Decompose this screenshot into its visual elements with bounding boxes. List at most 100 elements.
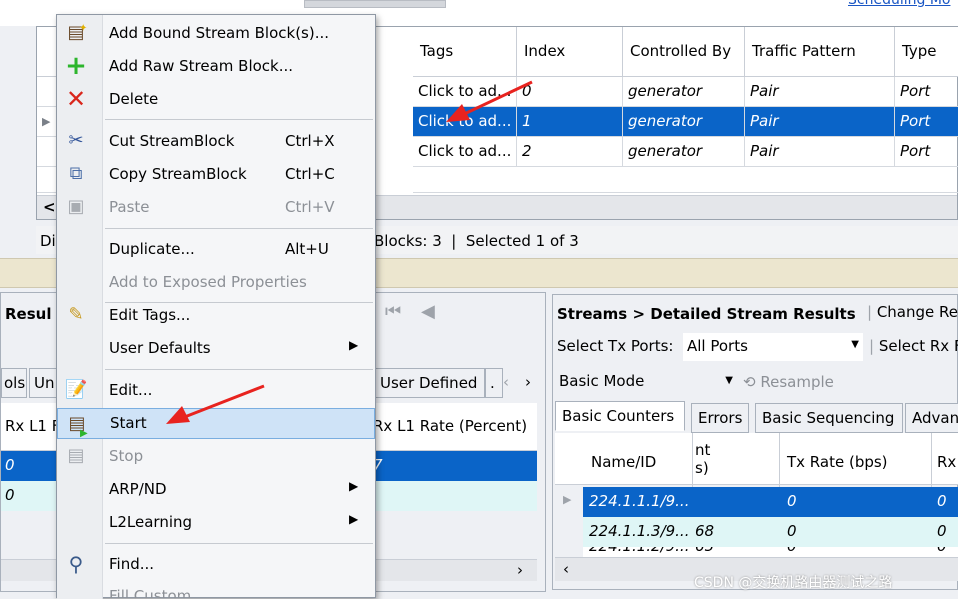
context-menu: ▤ ✦ Add Bound Stream Block(s)... + Add Ra… — [56, 14, 376, 599]
tab-user-defined[interactable]: User Defined — [373, 368, 485, 398]
status-prefix: Di — [40, 232, 56, 250]
menu-item-user-defaults[interactable]: User Defaults ▶ — [57, 333, 375, 364]
tab-scroll-left-icon[interactable]: ‹ — [503, 373, 509, 391]
cell-traffic-pattern[interactable]: Pair — [745, 137, 895, 167]
col-header-index[interactable]: Index — [517, 27, 623, 77]
cell-type[interactable]: Port — [895, 137, 958, 167]
cell-value: 0 — [5, 456, 15, 474]
cell-traffic-pattern[interactable]: Pair — [745, 107, 895, 137]
menu-item-label: Find... — [109, 555, 155, 573]
menu-item-label: L2Learning — [109, 513, 193, 531]
menu-item-add-exposed[interactable]: Add to Exposed Properties — [57, 267, 375, 298]
menu-item-cut[interactable]: ✂ Cut StreamBlock Ctrl+X — [57, 126, 375, 157]
row-selector[interactable]: ▶ — [37, 107, 57, 137]
menu-item-label: ARP/ND — [109, 480, 167, 498]
resample-icon: ⟲ — [743, 373, 761, 391]
cell-index[interactable]: 0 — [517, 77, 623, 107]
panel-title: Streams > Detailed Stream Results — [557, 305, 856, 323]
scheduling-link[interactable]: Scheduling Mo — [848, 0, 950, 8]
menu-item-paste[interactable]: ▣ Paste Ctrl+V — [57, 192, 375, 223]
row-selector-icon[interactable]: ▶ — [563, 493, 571, 506]
col-header-tx-rate[interactable]: Tx Rate (bps) — [787, 453, 888, 471]
plus-icon: + — [65, 51, 87, 81]
cell-rx: 0 — [937, 492, 947, 510]
cell-type[interactable]: Port — [895, 107, 958, 137]
tab-basic-counters[interactable]: Basic Counters — [555, 401, 685, 431]
col-header-controlled-by[interactable]: Controlled By — [623, 27, 745, 77]
change-results-link[interactable]: | Change Re — [867, 303, 958, 321]
cell-count: 65 — [695, 547, 714, 555]
submenu-arrow-icon: ▶ — [349, 338, 359, 352]
tab-basic-sequencing[interactable]: Basic Sequencing — [755, 403, 903, 433]
menu-item-add-raw[interactable]: + Add Raw Stream Block... — [57, 51, 375, 82]
menu-item-l2learning[interactable]: L2Learning ▶ — [57, 507, 375, 538]
col-header-name-id[interactable]: Name/ID — [591, 453, 656, 471]
menu-item-label: Add to Exposed Properties — [109, 273, 307, 291]
tab-errors[interactable]: Errors — [691, 403, 749, 433]
tab-more[interactable]: . — [485, 368, 503, 398]
col-header-rx[interactable]: Rx — [937, 453, 956, 471]
tab-scroll-right-icon[interactable]: › — [525, 373, 531, 391]
cell-tx-rate: 0 — [787, 547, 797, 555]
nav-first-icon[interactable]: ⏮ — [385, 301, 401, 322]
menu-item-fill-custom[interactable]: Fill Custom... — [57, 582, 375, 598]
menu-item-delete[interactable]: ✕ Delete — [57, 84, 375, 115]
magnifier-icon: ⚲ — [68, 552, 84, 576]
table-row[interactable]: 224.1.1.3/9... 68 0 0 — [583, 517, 958, 547]
col-header-tags[interactable]: Tags — [413, 27, 517, 77]
stop-icon: ▤ — [67, 445, 85, 466]
cell-name: 224.1.1.3/9... — [589, 522, 690, 540]
copy-icon: ⧉ — [69, 163, 83, 184]
col-header-rx-l1-rate[interactable]: Rx L1 Rate (Percent) — [373, 417, 527, 435]
menu-item-duplicate[interactable]: Duplicate... Alt+U — [57, 234, 375, 265]
row-selector[interactable] — [37, 167, 57, 193]
cell-name: 224.1.1.2/9... — [589, 547, 689, 555]
menu-item-edit-tags[interactable]: ✎ Edit Tags... — [57, 300, 375, 331]
cell-value: 0 — [5, 486, 15, 504]
menu-item-label: User Defaults — [109, 339, 211, 357]
menu-item-add-bound[interactable]: ▤ ✦ Add Bound Stream Block(s)... — [57, 18, 375, 49]
mode-select[interactable]: Basic Mode ▼ — [555, 369, 737, 395]
cell-traffic-pattern[interactable]: Pair — [745, 77, 895, 107]
row-selector[interactable] — [37, 77, 57, 107]
tab-un[interactable]: Un — [29, 368, 57, 398]
nav-prev-icon[interactable]: ◀ — [421, 301, 435, 322]
cell-tags[interactable]: Click to ad... — [413, 77, 517, 107]
pencil-icon: ✎ — [68, 304, 84, 325]
scroll-right-icon[interactable]: › — [517, 561, 523, 579]
menu-item-find[interactable]: ⚲ Find... — [57, 549, 375, 580]
menu-item-edit[interactable]: 📝 Edit... — [57, 375, 375, 406]
panel-title: Resul — [5, 305, 52, 323]
scroll-left-icon[interactable]: < — [43, 198, 56, 216]
menu-item-label: Start — [110, 414, 147, 432]
row-selector[interactable] — [37, 137, 57, 167]
cell-index[interactable]: 1 — [517, 107, 623, 137]
cell-tags[interactable]: Click to ad... — [413, 137, 517, 167]
menu-item-copy[interactable]: ⧉ Copy StreamBlock Ctrl+C — [57, 159, 375, 190]
cell-type[interactable]: Port — [895, 77, 958, 107]
menu-item-label: Add Bound Stream Block(s)... — [109, 24, 330, 42]
chevron-down-icon: ▼ — [725, 375, 733, 386]
table-row[interactable]: 224.1.1.1/9... 0 0 — [583, 487, 958, 517]
menu-item-arp-nd[interactable]: ARP/ND ▶ — [57, 474, 375, 505]
scroll-left-icon[interactable]: ‹ — [563, 560, 569, 578]
menu-item-start[interactable]: ▤ ▶ Start — [57, 408, 375, 439]
cell-tags[interactable]: Click to ad... — [413, 107, 517, 137]
tx-ports-select[interactable]: All Ports ▼ — [683, 333, 863, 361]
menu-item-label: Edit Tags... — [109, 306, 191, 324]
tab-tools[interactable]: ols — [1, 368, 27, 398]
tab-advanced[interactable]: Advan — [905, 403, 958, 433]
cell-rx: 0 — [937, 522, 947, 540]
resample-button[interactable]: ⟲ Resample — [743, 373, 834, 391]
col-header-type[interactable]: Type — [895, 27, 958, 77]
cell-controlled-by[interactable]: generator — [623, 77, 745, 107]
menu-item-stop[interactable]: ▤ Stop — [57, 441, 375, 472]
col-header-traffic-pattern[interactable]: Traffic Pattern — [745, 27, 895, 77]
cell-index[interactable]: 2 — [517, 137, 623, 167]
col-header-rx-l1[interactable]: Rx L1 F — [5, 417, 60, 435]
cell-controlled-by[interactable]: generator — [623, 107, 745, 137]
col-header-count[interactable]: nt s) — [695, 441, 725, 477]
cell-controlled-by[interactable]: generator — [623, 137, 745, 167]
submenu-arrow-icon: ▶ — [349, 512, 359, 526]
paste-icon: ▣ — [67, 196, 85, 217]
